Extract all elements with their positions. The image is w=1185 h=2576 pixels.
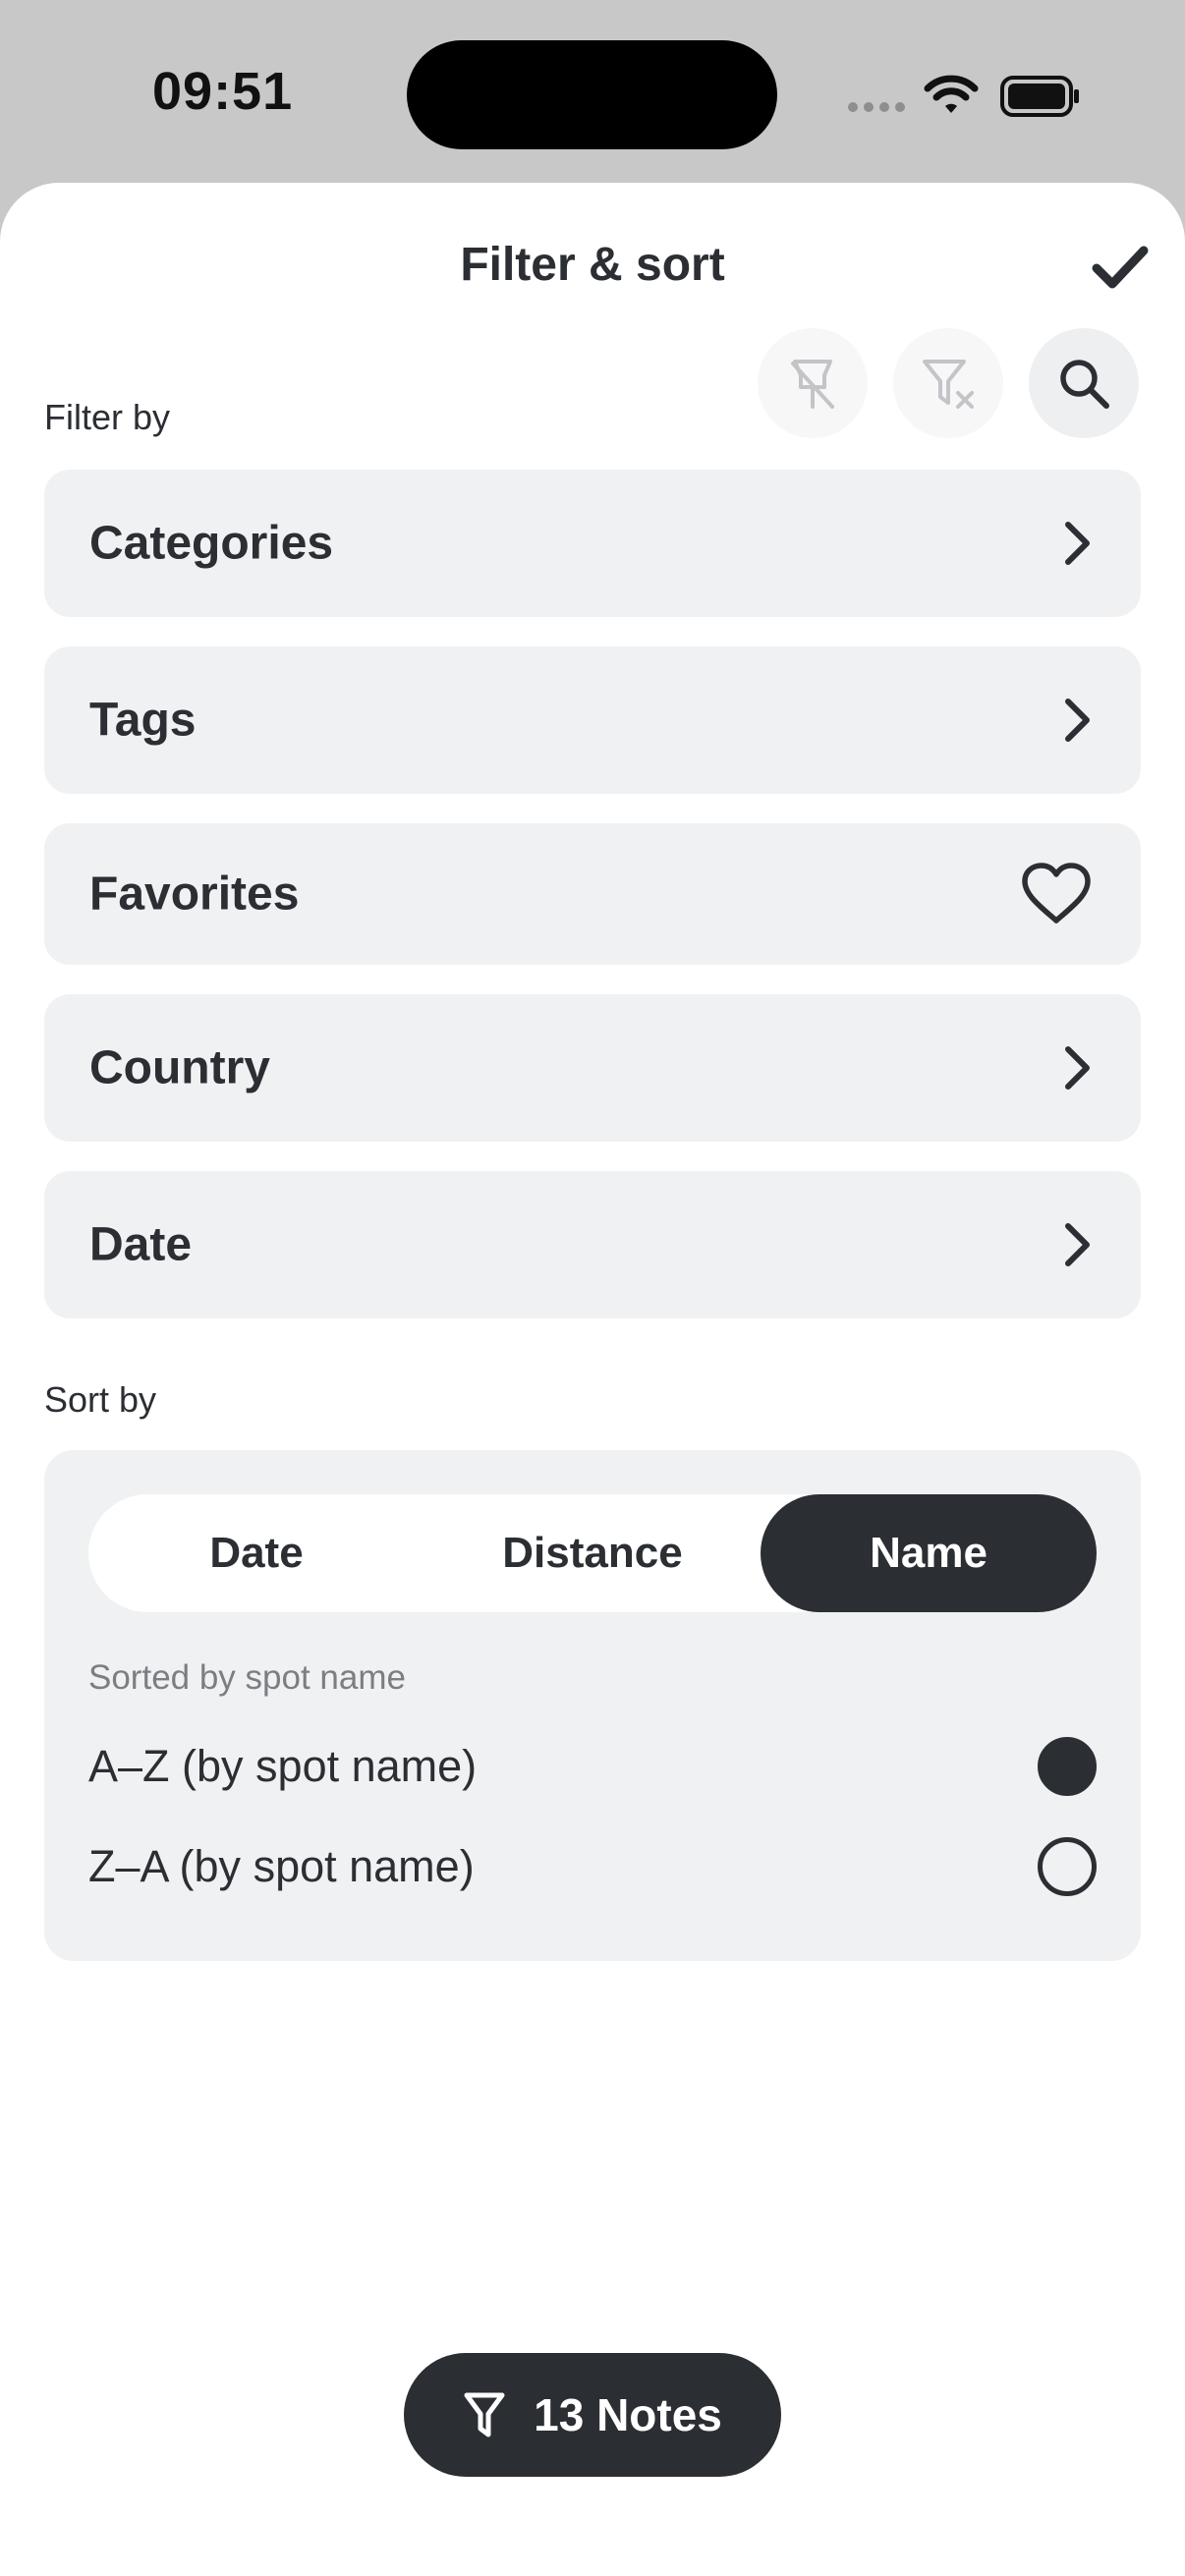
status-time: 09:51 <box>152 62 294 121</box>
chevron-right-icon <box>1060 1220 1094 1269</box>
filter-row-label: Tags <box>89 694 197 747</box>
chevron-right-icon <box>1060 696 1094 745</box>
segment-date[interactable]: Date <box>88 1494 424 1612</box>
sort-option-z-a[interactable]: Z–A (by spot name) <box>88 1827 1097 1906</box>
search-icon <box>1060 360 1109 409</box>
signal-dots-icon <box>848 102 905 112</box>
search-button[interactable] <box>1029 328 1139 438</box>
sort-by-label: Sort by <box>44 1379 157 1420</box>
done-button[interactable] <box>1089 236 1152 299</box>
clear-filter-button[interactable] <box>893 328 1003 438</box>
sheet-title: Filter & sort <box>460 239 725 291</box>
wifi-icon <box>924 73 979 121</box>
checkmark-icon <box>1092 246 1149 289</box>
sort-option-a-z[interactable]: A–Z (by spot name) <box>88 1727 1097 1806</box>
clear-pin-filter-button[interactable] <box>758 328 868 438</box>
notes-count-label: 13 Notes <box>534 2389 722 2440</box>
notes-count-button[interactable]: 13 Notes <box>404 2353 781 2477</box>
filter-row-label: Country <box>89 1041 270 1094</box>
chevron-right-icon <box>1060 1043 1094 1092</box>
sort-option-label: Z–A (by spot name) <box>88 1841 475 1891</box>
heart-icon <box>1021 862 1092 926</box>
battery-icon <box>1000 76 1081 122</box>
sort-option-label: A–Z (by spot name) <box>88 1741 478 1791</box>
filter-row-label: Categories <box>89 517 334 570</box>
segment-distance[interactable]: Distance <box>424 1494 761 1612</box>
filter-row-label: Favorites <box>89 868 300 921</box>
filter-row-label: Date <box>89 1218 193 1271</box>
filter-row-country[interactable]: Country <box>44 994 1141 1142</box>
segment-name[interactable]: Name <box>761 1494 1097 1612</box>
filter-by-label: Filter by <box>44 397 171 437</box>
dynamic-island <box>407 40 777 149</box>
radio-button[interactable] <box>1038 1837 1097 1896</box>
sort-caption: Sorted by spot name <box>88 1658 406 1697</box>
filter-row-favorites[interactable]: Favorites <box>44 823 1141 965</box>
filter-funnel-icon <box>464 2392 505 2437</box>
filter-sort-sheet: Filter & sort Filter by Categories Tags … <box>0 183 1185 2576</box>
sort-card: Date Distance Name Sorted by spot name A… <box>44 1450 1141 1961</box>
chevron-right-icon <box>1060 519 1094 568</box>
sort-segmented-control: Date Distance Name <box>88 1494 1097 1612</box>
filter-row-categories[interactable]: Categories <box>44 470 1141 617</box>
filter-row-tags[interactable]: Tags <box>44 646 1141 794</box>
filter-row-date[interactable]: Date <box>44 1171 1141 1318</box>
clear-pin-filter-icon <box>791 360 834 409</box>
radio-button-selected[interactable] <box>1038 1737 1097 1796</box>
clear-filter-icon <box>923 360 974 409</box>
